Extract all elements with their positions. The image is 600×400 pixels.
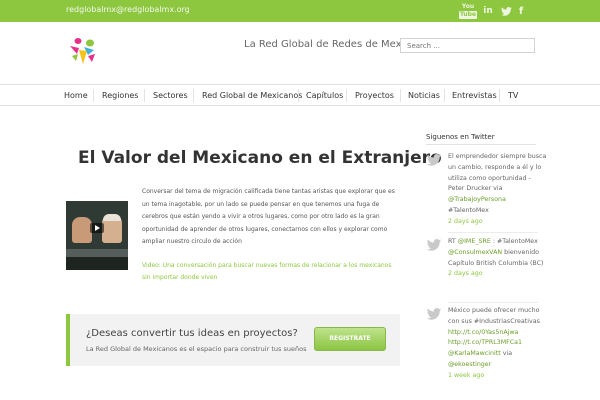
- nav-separator: [144, 89, 145, 102]
- youtube-icon-text-you: You: [461, 3, 475, 10]
- tweet-timestamp[interactable]: 2 days ago: [448, 270, 483, 277]
- twitter-bird-icon: [426, 239, 442, 251]
- tweet-text: RT: [448, 238, 456, 245]
- tweet-divider: [448, 302, 538, 303]
- nav-separator: [400, 89, 401, 102]
- article-body: Conversar del tema de migración califica…: [142, 188, 395, 246]
- video-caption-bar: [66, 249, 128, 257]
- contact-email[interactable]: redglobalmx@redglobalmx.org: [66, 5, 190, 14]
- nav-separator: [444, 89, 445, 102]
- tweet-text: El emprendedor siempre busca un cambio, …: [448, 153, 547, 193]
- tweet-hashtag: #TalentoMex: [448, 206, 489, 214]
- youtube-icon-text-tube: Tube: [458, 11, 478, 19]
- nav-separator: [499, 89, 500, 102]
- facebook-icon[interactable]: f: [516, 3, 526, 19]
- twitter-section-title: Siguenos en Twitter: [426, 133, 495, 141]
- tweet-timestamp[interactable]: 1 week ago: [448, 372, 484, 379]
- tweet-divider: [448, 232, 538, 233]
- video-person-left: [72, 217, 92, 243]
- play-icon[interactable]: [90, 223, 104, 233]
- tweet-mention-link[interactable]: @TrabajoyPersona: [448, 196, 506, 203]
- twitter-bird-icon: [426, 308, 442, 320]
- nav-separator: [298, 89, 299, 102]
- tweet-body: RT @IME_SRE : #TalentoMex @ConsulmexVAN …: [448, 237, 548, 280]
- nav-item-red-global[interactable]: Red Global de Mexicanos: [202, 91, 302, 100]
- nav-separator: [346, 89, 347, 102]
- nav-item-home[interactable]: Home: [64, 91, 88, 100]
- nav-item-capitulos[interactable]: Capítulos: [306, 91, 343, 100]
- youtube-icon[interactable]: You Tube: [458, 3, 478, 19]
- tweet-mention-link[interactable]: @KarlaMawcinitt: [448, 350, 501, 357]
- tweet-url-link[interactable]: http://t.co/0Yas5nAjwa: [448, 329, 518, 336]
- logo-icon: [70, 38, 95, 64]
- video-control-bar: [66, 257, 128, 270]
- twitter-icon[interactable]: [500, 3, 512, 19]
- nav-item-noticias[interactable]: Noticias: [408, 91, 440, 100]
- video-person-hair: [103, 214, 121, 221]
- tweet-mention-link[interactable]: @IME_SRE: [458, 238, 491, 245]
- cta-title: ¿Deseas convertir tus ideas en proyectos…: [86, 328, 298, 339]
- search-input[interactable]: [400, 38, 535, 53]
- tweet-url-link[interactable]: http://t.co/TPRL3MFCa1: [448, 339, 522, 346]
- site-logo[interactable]: [66, 34, 100, 68]
- tweet-body: México puede ofrecer mucho con sus #Indu…: [448, 306, 548, 382]
- register-button[interactable]: REGISTRATE: [314, 327, 386, 351]
- cta-banner: ¿Deseas convertir tus ideas en proyectos…: [66, 314, 400, 366]
- nav-item-entrevistas[interactable]: Entrevistas: [452, 91, 497, 100]
- tweet-timestamp[interactable]: 2 days ago: [448, 218, 483, 225]
- video-thumbnail[interactable]: [66, 201, 128, 270]
- twitter-bird-icon: [426, 154, 442, 166]
- article-title: El Valor del Mexicano en el Extranjero: [78, 148, 442, 168]
- tweet-hashtag: : #TalentoMex: [492, 238, 538, 245]
- top-bar: redglobalmx@redglobalmx.org You Tube in …: [0, 0, 600, 22]
- main-navigation: Home Regiones Sectores Red Global de Mex…: [0, 84, 600, 106]
- tweet-mention-link[interactable]: @ConsulmexVAN: [448, 249, 502, 256]
- video-link[interactable]: Video: Una conversación para buscar nuev…: [142, 260, 392, 284]
- nav-item-proyectos[interactable]: Proyectos: [355, 91, 394, 100]
- twitter-bird-icon: [500, 6, 512, 16]
- tweet-text: México puede ofrecer mucho con sus #Indu…: [448, 307, 540, 325]
- nav-separator: [93, 89, 94, 102]
- tweet-mention-link[interactable]: @ekoestinger: [448, 361, 491, 368]
- cta-subtitle: La Red Global de Mexicanos es el espacio…: [86, 345, 307, 353]
- tweet-body: El emprendedor siempre busca un cambio, …: [448, 152, 548, 228]
- nav-item-regiones[interactable]: Regiones: [102, 91, 138, 100]
- linkedin-icon[interactable]: in: [482, 3, 494, 19]
- nav-item-tv[interactable]: TV: [508, 91, 518, 100]
- tweet-via: via: [502, 350, 513, 358]
- nav-item-sectores[interactable]: Sectores: [153, 91, 188, 100]
- nav-separator: [193, 89, 194, 102]
- section-divider: [426, 144, 536, 145]
